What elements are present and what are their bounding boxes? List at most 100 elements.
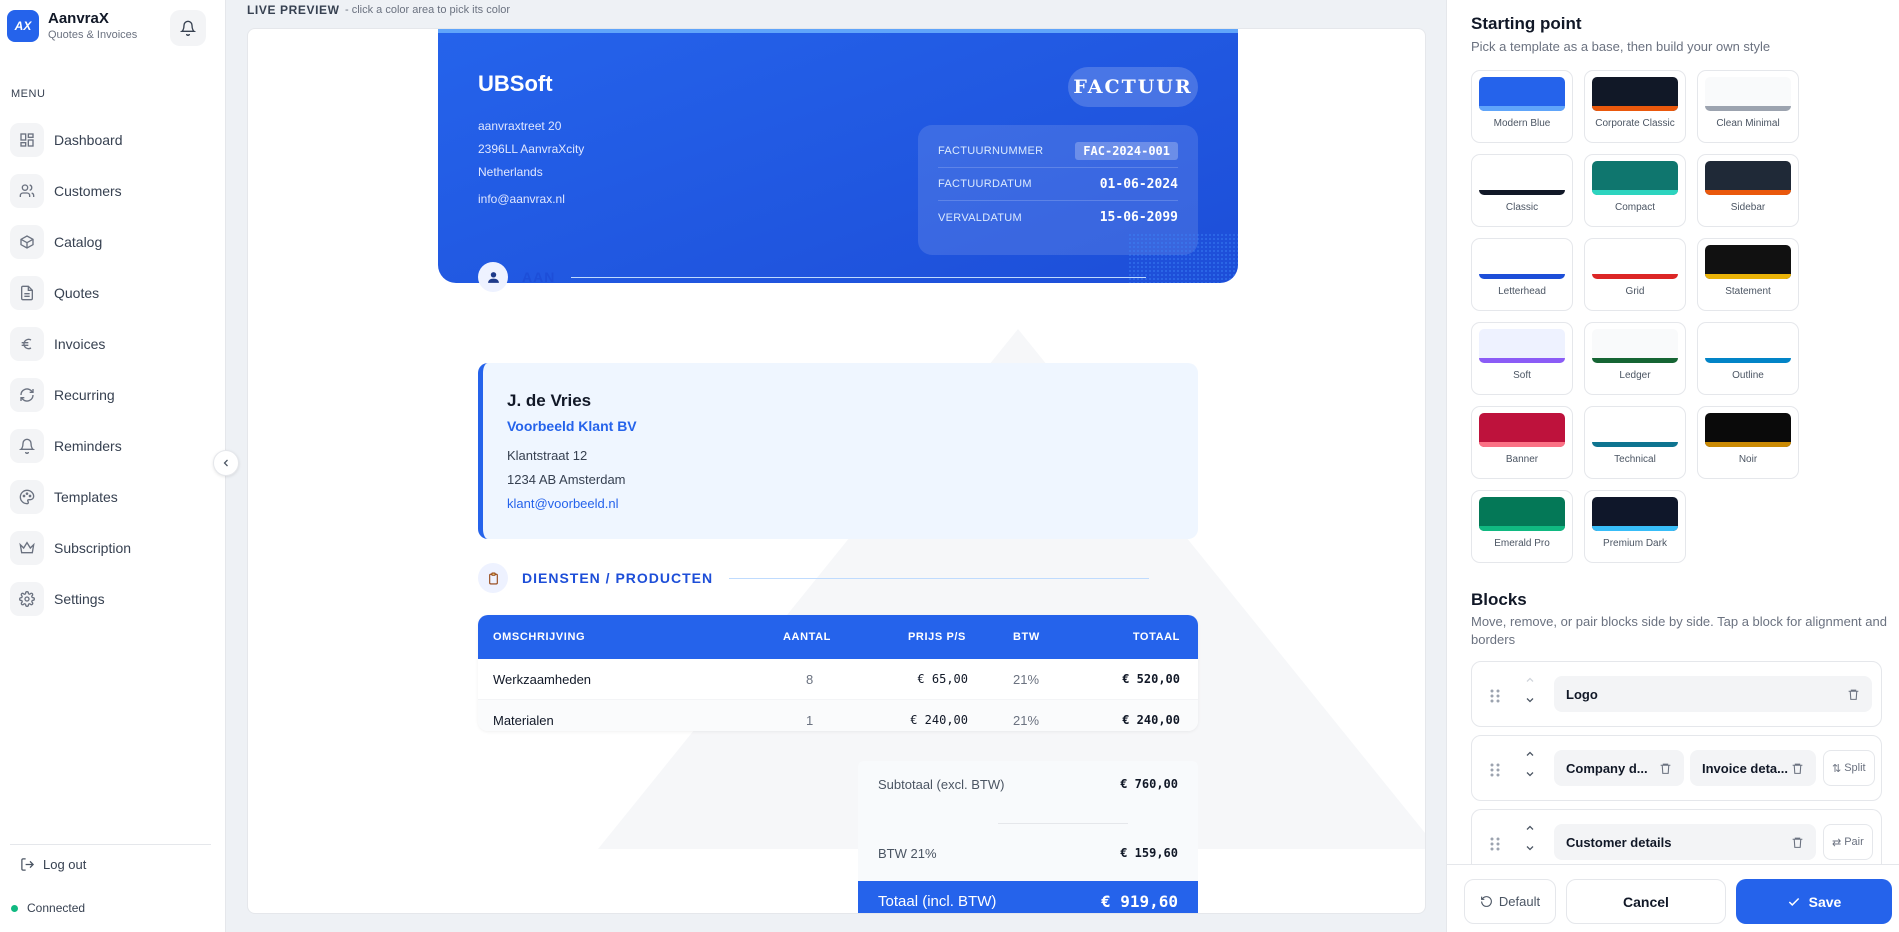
totals-box[interactable]: Subtotaal (excl. BTW) € 760,00 BTW 21% €…	[858, 761, 1198, 913]
drag-handle-icon[interactable]	[1490, 689, 1500, 703]
template-card[interactable]: Classic	[1471, 154, 1573, 227]
template-card[interactable]: Letterhead	[1471, 238, 1573, 311]
template-accent-bar	[1479, 106, 1565, 111]
notifications-button[interactable]	[170, 10, 206, 46]
chevron-up-icon[interactable]	[1524, 748, 1536, 760]
row-total: € 240,00	[1122, 713, 1180, 727]
chevron-down-icon[interactable]	[1524, 842, 1536, 854]
due-date: 15-06-2099	[1099, 210, 1178, 225]
cancel-button[interactable]: Cancel	[1566, 879, 1726, 924]
trash-icon[interactable]	[1791, 762, 1804, 775]
template-accent-bar	[1479, 190, 1565, 195]
nav-label: Reminders	[54, 437, 122, 454]
nav-item-settings[interactable]: Settings	[10, 573, 216, 624]
chevron-up-icon[interactable]	[1524, 822, 1536, 834]
brand[interactable]: AX AanvraX Quotes & Invoices	[7, 10, 137, 42]
template-card[interactable]: Technical	[1584, 406, 1686, 479]
template-card[interactable]: Noir	[1697, 406, 1799, 479]
template-card[interactable]: Sidebar	[1697, 154, 1799, 227]
template-card[interactable]: Emerald Pro	[1471, 490, 1573, 563]
drag-handle-icon[interactable]	[1490, 763, 1500, 777]
template-card[interactable]: Ledger	[1584, 322, 1686, 395]
row-price: € 240,00	[910, 713, 968, 727]
drag-handle-icon[interactable]	[1490, 837, 1500, 851]
nav-item-subscription[interactable]: Subscription	[10, 522, 216, 573]
meta-row: FACTUURNUMMER FAC-2024-001	[938, 135, 1178, 168]
nav-item-invoices[interactable]: Invoices	[10, 318, 216, 369]
live-preview-hint: - click a color area to pick its color	[345, 4, 511, 16]
chevron-down-icon[interactable]	[1524, 694, 1536, 706]
menu-title: MENU	[11, 88, 46, 100]
meta-row: VERVALDATUM 15-06-2099	[938, 201, 1178, 234]
refresh-icon	[10, 377, 44, 412]
block-company-invoice[interactable]: Company d... Invoice deta... ⇅ Split	[1471, 735, 1882, 801]
pair-button[interactable]: ⇄ Pair	[1823, 824, 1873, 860]
grid-icon	[10, 122, 44, 157]
items-table[interactable]: OMSCHRIJVING AANTAL PRIJS P/S BTW TOTAAL…	[478, 615, 1198, 731]
template-card[interactable]: Modern Blue	[1471, 70, 1573, 143]
invoice-preview[interactable]: UBSoft aanvraxtreet 20 2396LL AanvraXcit…	[247, 28, 1426, 914]
nav-item-reminders[interactable]: Reminders	[10, 420, 216, 471]
nav-item-templates[interactable]: Templates	[10, 471, 216, 522]
template-swatch	[1592, 245, 1678, 279]
nav-item-quotes[interactable]: Quotes	[10, 267, 216, 318]
template-swatch	[1479, 329, 1565, 363]
template-card[interactable]: Clean Minimal	[1697, 70, 1799, 143]
template-card[interactable]: Corporate Classic	[1584, 70, 1686, 143]
block-label: Company d...	[1566, 760, 1648, 776]
block-chip-customer[interactable]: Customer details	[1554, 824, 1816, 860]
block-logo[interactable]: Logo	[1471, 661, 1882, 727]
nav-item-recurring[interactable]: Recurring	[10, 369, 216, 420]
split-button[interactable]: ⇅ Split	[1823, 750, 1875, 786]
customer-city: 1234 AB Amsterdam	[507, 472, 626, 487]
template-accent-bar	[1592, 442, 1678, 447]
invoice-header[interactable]: UBSoft aanvraxtreet 20 2396LL AanvraXcit…	[438, 33, 1238, 283]
bell-icon	[180, 20, 196, 36]
block-chip-logo[interactable]: Logo	[1554, 676, 1872, 712]
default-button[interactable]: Default	[1464, 879, 1556, 924]
check-icon	[1787, 895, 1801, 909]
template-accent-bar	[1592, 274, 1678, 279]
collapse-sidebar-button[interactable]	[213, 450, 239, 476]
block-label: Customer details	[1566, 834, 1672, 850]
template-card[interactable]: Grid	[1584, 238, 1686, 311]
status-dot	[11, 904, 18, 912]
template-card[interactable]: Statement	[1697, 238, 1799, 311]
trash-icon[interactable]	[1791, 836, 1804, 849]
customer-card[interactable]: J. de Vries Voorbeeld Klant BV Klantstra…	[478, 363, 1198, 539]
app-tagline: Quotes & Invoices	[48, 29, 138, 41]
sidebar-divider	[10, 844, 211, 845]
template-swatch	[1479, 413, 1565, 447]
save-button[interactable]: Save	[1736, 879, 1892, 924]
grand-total-row[interactable]: Totaal (incl. BTW) € 919,60	[858, 881, 1198, 913]
block-customer[interactable]: Customer details ⇄ Pair	[1471, 809, 1882, 864]
block-chip-invoice[interactable]: Invoice deta...	[1690, 750, 1816, 786]
template-card[interactable]: Banner	[1471, 406, 1573, 479]
nav-item-customers[interactable]: Customers	[10, 165, 216, 216]
logout-button[interactable]: Log out	[12, 857, 86, 872]
trash-icon[interactable]	[1659, 762, 1672, 775]
invoice-number: FAC-2024-001	[1075, 142, 1178, 160]
nav-item-dashboard[interactable]: Dashboard	[10, 114, 216, 165]
nav-item-catalog[interactable]: Catalog	[10, 216, 216, 267]
table-header[interactable]: OMSCHRIJVING AANTAL PRIJS P/S BTW TOTAAL	[478, 615, 1198, 659]
chevron-up-icon[interactable]	[1524, 674, 1536, 686]
clipboard-icon	[478, 563, 508, 593]
starting-point-subtitle: Pick a template as a base, then build yo…	[1471, 39, 1771, 54]
document-type-badge[interactable]: FACTUUR	[1068, 67, 1198, 107]
template-card[interactable]: Soft	[1471, 322, 1573, 395]
template-name: Noir	[1738, 454, 1758, 465]
template-card[interactable]: Premium Dark	[1584, 490, 1686, 563]
col-vat: BTW	[1013, 631, 1040, 643]
chevron-down-icon[interactable]	[1524, 768, 1536, 780]
block-chip-company[interactable]: Company d...	[1554, 750, 1684, 786]
invoice-date: 01-06-2024	[1099, 176, 1178, 192]
template-card[interactable]: Compact	[1584, 154, 1686, 227]
section-header-items: DIENSTEN / PRODUCTEN	[478, 563, 1150, 593]
move-arrows	[1524, 674, 1536, 706]
template-card[interactable]: Outline	[1697, 322, 1799, 395]
trash-icon[interactable]	[1847, 688, 1860, 701]
section-header-to: AAN	[478, 262, 1147, 292]
template-name: Modern Blue	[1493, 118, 1551, 129]
block-label: Logo	[1566, 686, 1598, 702]
